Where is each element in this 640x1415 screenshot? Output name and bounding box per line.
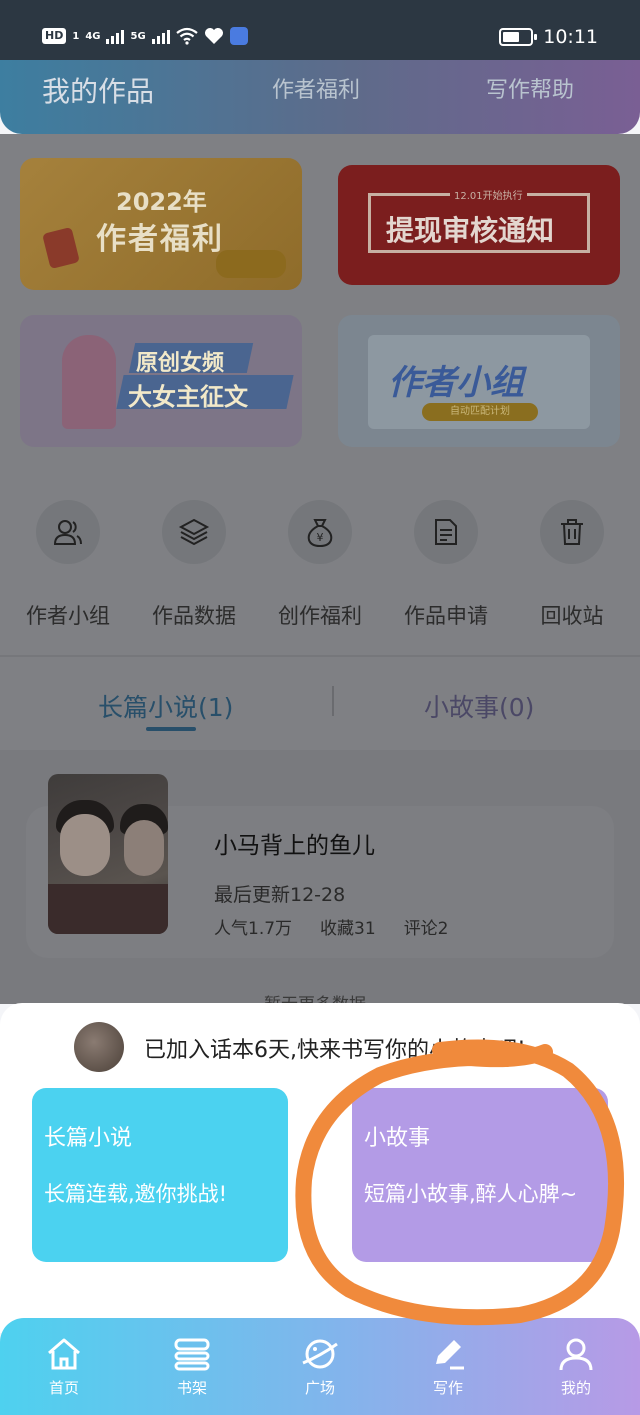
book-title[interactable]: 小马背上的鱼儿 [214,826,375,860]
banner-contest-line2: 大女主征文 [128,383,248,411]
signal-icon [106,28,125,44]
book-favorites: 收藏31 [320,919,376,939]
music-app-icon [229,27,248,45]
tab-active-indicator [146,727,196,731]
banner-group-sub: 自动匹配计划 [422,403,538,421]
banner-welfare-title: 作者福利 [96,222,224,257]
feature-label: 回收站 [540,604,604,628]
trash-icon [540,500,604,564]
people-icon [36,500,100,564]
create-short-story-button[interactable]: 小故事 短篇小故事,醉人心脾~ [352,1088,608,1262]
feature-label: 创作福利 [278,604,362,628]
choice-desc: 短篇小故事,醉人心脾~ [364,1182,578,1206]
tab-writing-help[interactable]: 写作帮助 [486,72,574,104]
tab-label: 广场 [304,1379,335,1397]
home-icon [48,1338,80,1370]
coins-icon [216,250,286,278]
layers-icon [162,500,226,564]
status-left: HD 1 4G 5G [42,27,248,45]
tab-bookshelf[interactable]: 书架 [128,1318,256,1415]
girl-illustration [62,335,116,429]
banner-author-welfare[interactable]: 2022年 作者福利 [20,158,302,290]
book-cover[interactable] [48,774,168,934]
book-popularity: 人气1.7万 [214,919,293,939]
tab-write[interactable]: 写作 [384,1318,512,1415]
tab-label: 首页 [48,1379,79,1397]
banner-withdraw-date: 12.01开始执行 [450,187,527,202]
divider [0,655,640,657]
book-updated: 最后更新12-28 [214,884,346,906]
user-icon [559,1338,593,1371]
network-5g: 5G [130,30,146,42]
create-long-novel-button[interactable]: 长篇小说 长篇连载,邀你挑战! [32,1088,288,1262]
status-right: 10:11 [499,26,598,48]
tab-square[interactable]: 广场 [256,1318,384,1415]
banner-withdraw-notice[interactable]: 12.01开始执行 提现审核通知 [338,165,620,285]
pen-icon [436,1340,464,1370]
signal-icon-2 [151,28,170,44]
book-comments: 评论2 [403,919,449,939]
feature-label: 作品申请 [404,604,488,628]
banner-contest[interactable]: 原创女频 大女主征文 [20,315,302,447]
feature-recycle-bin[interactable]: 回收站 [522,500,622,630]
choice-desc: 长篇连载,邀你挑战! [44,1182,228,1206]
feature-works-apply[interactable]: 作品申请 [396,500,496,630]
tab-author-welfare[interactable]: 作者福利 [272,72,360,104]
wifi-icon [175,27,198,45]
tab-home[interactable]: 首页 [0,1318,128,1415]
clock: 10:11 [543,26,598,48]
hd-badge: HD [42,28,67,44]
feature-works-data[interactable]: 作品数据 [144,500,244,630]
tab-mine[interactable]: 我的 [512,1318,640,1415]
sheet-notice: 已加入话本6天,快来书写你的小故事吧! [144,1038,526,1063]
tab-separator [332,686,334,716]
tab-long-novel[interactable]: 长篇小说(1) [98,688,233,724]
sim-indicator: 1 [72,30,80,42]
tab-label: 写作 [432,1379,463,1397]
avatar [74,1022,124,1072]
choice-title: 小故事 [364,1126,431,1151]
money-bag-icon: ¥ [288,500,352,564]
document-icon [414,500,478,564]
red-envelope-icon [42,226,80,270]
cover-detail [124,820,164,876]
banner-author-group[interactable]: 作者小组 自动匹配计划 [338,315,620,447]
status-bar: HD 1 4G 5G 10:11 [0,0,640,62]
heart-icon [204,28,223,44]
feature-row: 作者小组 作品数据 ¥ 创作福利 作品申请 回收站 [0,500,640,630]
banner-year: 2022年 [116,188,207,216]
cover-detail [48,884,168,934]
planet-icon [302,1339,338,1369]
feature-author-group[interactable]: 作者小组 [18,500,118,630]
bookshelf-icon [174,1338,210,1371]
book-stats: 人气1.7万 收藏31 评论2 [214,914,449,939]
tab-label: 书架 [176,1379,207,1397]
tab-my-works[interactable]: 我的作品 [42,70,154,110]
tab-label: 我的 [560,1379,591,1397]
feature-label: 作品数据 [152,604,236,628]
tab-short-story[interactable]: 小故事(0) [424,688,534,724]
battery-icon [499,28,538,46]
bottom-tab-bar: 首页 书架 广场 写作 我的 [0,1318,640,1415]
banner-withdraw-title: 提现审核通知 [386,214,555,247]
choice-title: 长篇小说 [44,1126,133,1151]
network-4g: 4G [85,30,101,42]
svg-text:¥: ¥ [317,531,324,544]
top-tabs: 我的作品 作者福利 写作帮助 [0,60,640,134]
cover-detail [60,814,110,876]
banner-contest-line1: 原创女频 [136,351,225,376]
feature-creation-welfare[interactable]: ¥ 创作福利 [270,500,370,630]
feature-label: 作者小组 [26,604,110,628]
banner-group-title: 作者小组 [388,363,524,403]
